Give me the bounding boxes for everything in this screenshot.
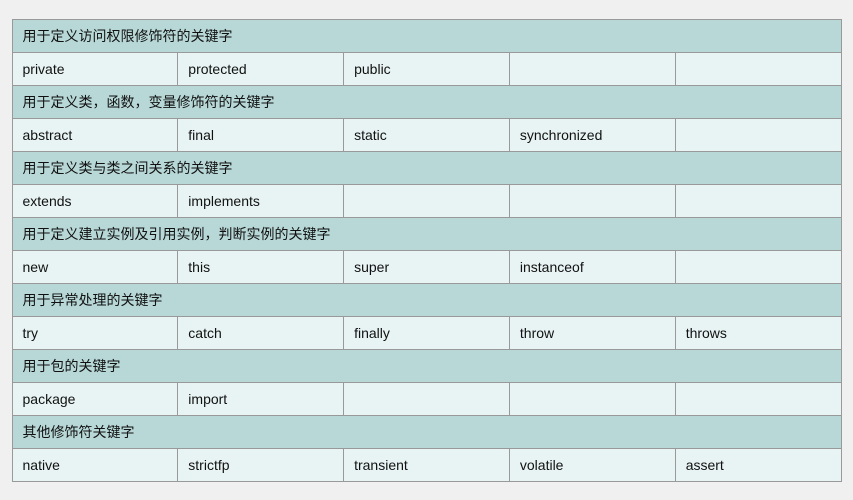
table-cell: static: [344, 118, 510, 151]
table-cell: finally: [344, 316, 510, 349]
table-cell: this: [178, 250, 344, 283]
table-cell: throws: [675, 316, 841, 349]
table-cell: transient: [344, 448, 510, 481]
table-row: trycatchfinallythrowthrows: [12, 316, 841, 349]
table-cell: [675, 184, 841, 217]
table-cell: catch: [178, 316, 344, 349]
table-cell: abstract: [12, 118, 178, 151]
table-cell: synchronized: [509, 118, 675, 151]
table-cell: [675, 52, 841, 85]
table-cell: [344, 382, 510, 415]
table-cell: new: [12, 250, 178, 283]
table-cell: try: [12, 316, 178, 349]
table-cell: extends: [12, 184, 178, 217]
table-cell: assert: [675, 448, 841, 481]
table-cell: protected: [178, 52, 344, 85]
table-row: packageimport: [12, 382, 841, 415]
table-container: 用于定义访问权限修饰符的关键字privateprotectedpublic用于定…: [0, 0, 853, 500]
table-row: privateprotectedpublic: [12, 52, 841, 85]
table-cell: private: [12, 52, 178, 85]
table-cell: throw: [509, 316, 675, 349]
section-header-0: 用于定义访问权限修饰符的关键字: [12, 19, 841, 52]
section-header-2: 用于定义类与类之间关系的关键字: [12, 151, 841, 184]
table-cell: instanceof: [509, 250, 675, 283]
table-cell: import: [178, 382, 344, 415]
table-cell: package: [12, 382, 178, 415]
table-cell: final: [178, 118, 344, 151]
section-header-6: 其他修饰符关键字: [12, 415, 841, 448]
table-cell: native: [12, 448, 178, 481]
table-cell: [675, 118, 841, 151]
table-cell: [509, 52, 675, 85]
section-header-4: 用于异常处理的关键字: [12, 283, 841, 316]
table-row: abstractfinalstaticsynchronized: [12, 118, 841, 151]
keywords-table: 用于定义访问权限修饰符的关键字privateprotectedpublic用于定…: [12, 19, 842, 482]
table-cell: [509, 382, 675, 415]
table-cell: [675, 250, 841, 283]
table-cell: strictfp: [178, 448, 344, 481]
table-cell: [344, 184, 510, 217]
section-header-3: 用于定义建立实例及引用实例，判断实例的关键字: [12, 217, 841, 250]
table-cell: volatile: [509, 448, 675, 481]
section-header-5: 用于包的关键字: [12, 349, 841, 382]
table-row: extendsimplements: [12, 184, 841, 217]
table-cell: [675, 382, 841, 415]
table-cell: public: [344, 52, 510, 85]
table-cell: super: [344, 250, 510, 283]
section-header-1: 用于定义类，函数，变量修饰符的关键字: [12, 85, 841, 118]
table-cell: [509, 184, 675, 217]
table-cell: implements: [178, 184, 344, 217]
table-row: newthissuperinstanceof: [12, 250, 841, 283]
table-row: nativestrictfptransientvolatileassert: [12, 448, 841, 481]
